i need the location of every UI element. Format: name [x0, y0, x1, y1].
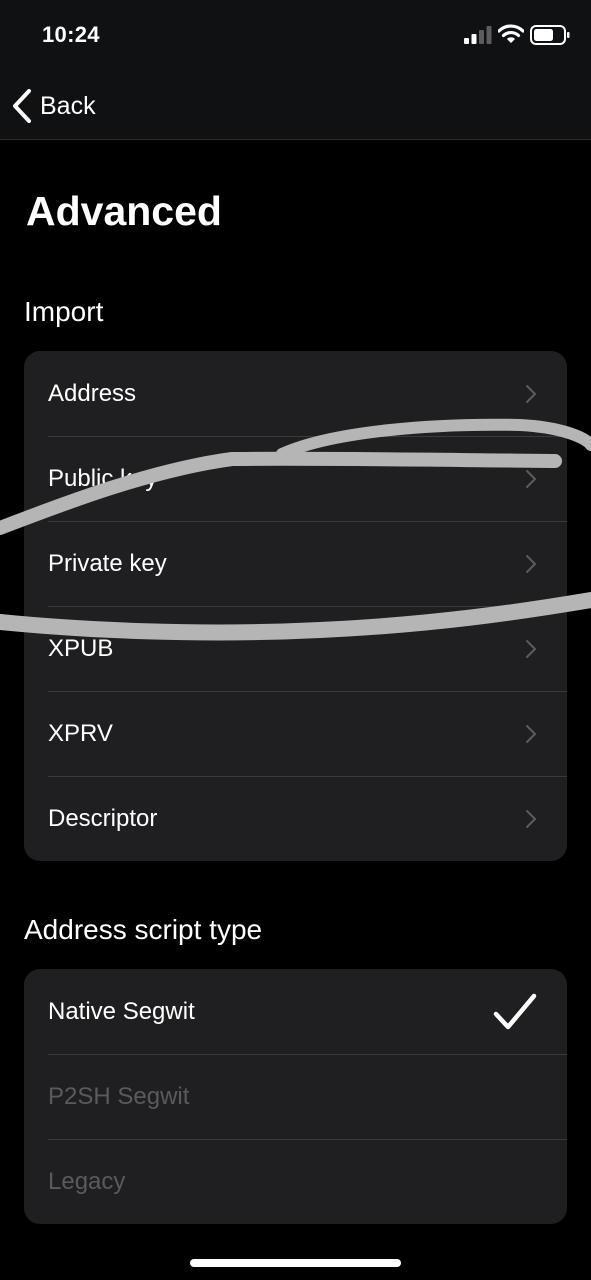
script-type-native-segwit-row[interactable]: Native Segwit [24, 969, 567, 1054]
script-type-p2sh-segwit-row[interactable]: P2SH Segwit [24, 1054, 567, 1139]
row-label: XPUB [48, 634, 114, 662]
import-section-header: Import [24, 296, 104, 327]
back-label: Back [40, 91, 96, 120]
screen: 10:24 Back Advanced Import Address Publi… [0, 0, 591, 1280]
chevron-right-icon [526, 555, 537, 573]
row-label: P2SH Segwit [48, 1082, 190, 1110]
signal-icon [464, 26, 492, 44]
status-time: 10:24 [42, 22, 100, 47]
row-label: Private key [48, 549, 167, 577]
script-type-section-header: Address script type [24, 914, 263, 945]
script-type-list: Native Segwit P2SH Segwit Legacy [24, 969, 567, 1224]
import-xprv-row[interactable]: XPRV [24, 691, 567, 776]
chevron-right-icon [526, 810, 537, 828]
script-type-legacy-row[interactable]: Legacy [24, 1139, 567, 1224]
chevron-left-icon [13, 89, 31, 123]
status-bar: 10:24 [0, 0, 591, 70]
back-button[interactable]: Back [10, 86, 96, 126]
page-title: Advanced [26, 188, 222, 234]
chevron-right-icon [526, 470, 537, 488]
import-address-row[interactable]: Address [24, 351, 567, 436]
home-indicator [190, 1259, 401, 1267]
row-label: Legacy [48, 1167, 126, 1195]
row-label: Address [48, 379, 137, 407]
chevron-right-icon [526, 385, 537, 403]
chevron-right-icon [526, 725, 537, 743]
row-label: XPRV [48, 719, 113, 747]
row-label: Public key [48, 464, 158, 492]
battery-icon [530, 25, 570, 45]
wifi-icon [498, 24, 524, 43]
row-label: Native Segwit [48, 997, 195, 1025]
chevron-right-icon [526, 640, 537, 658]
import-public-key-row[interactable]: Public key [24, 436, 567, 521]
import-private-key-row[interactable]: Private key [24, 521, 567, 606]
import-options-list: Address Public key Private key XPUB XPRV… [24, 351, 567, 861]
import-descriptor-row[interactable]: Descriptor [24, 776, 567, 861]
checkmark-icon [493, 993, 537, 1030]
import-xpub-row[interactable]: XPUB [24, 606, 567, 691]
row-label: Descriptor [48, 804, 158, 832]
navigation-bar: Back [0, 70, 591, 140]
